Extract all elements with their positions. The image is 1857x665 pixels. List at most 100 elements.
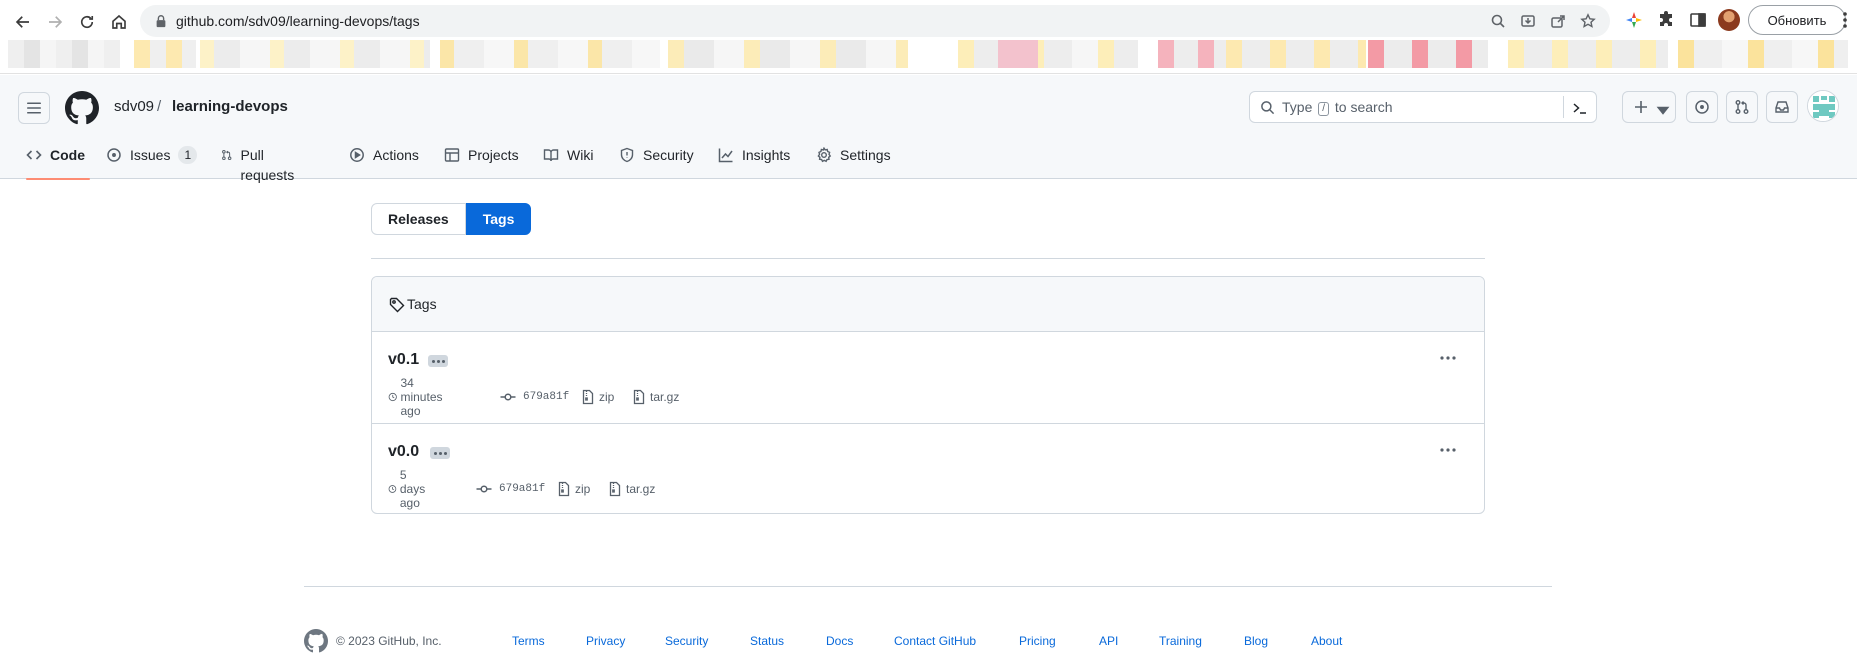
user-avatar[interactable] — [1807, 90, 1839, 122]
tab-label: Wiki — [567, 147, 594, 163]
blurred-bookmark[interactable] — [998, 40, 1038, 68]
issue-opened-icon — [106, 147, 122, 163]
kebab-horizontal-icon[interactable] — [1438, 442, 1458, 458]
expand-message-button[interactable] — [428, 355, 448, 367]
blurred-bookmark[interactable] — [1678, 40, 1848, 68]
kebab-horizontal-icon[interactable] — [1438, 350, 1458, 366]
tab-actions[interactable]: Actions — [349, 145, 419, 179]
gear-icon — [816, 147, 832, 163]
footer-link-blog[interactable]: Blog — [1244, 634, 1268, 648]
tag-name-link[interactable]: v0.1 — [388, 351, 419, 369]
book-icon — [543, 147, 559, 163]
install-app-icon[interactable] — [1520, 13, 1536, 29]
blurred-bookmark[interactable] — [1368, 40, 1488, 68]
clock-icon — [388, 389, 397, 405]
tags-box-title: Tags — [407, 296, 437, 312]
commit-sha: 679a81f — [499, 483, 546, 495]
zoom-icon[interactable] — [1490, 13, 1506, 29]
tags-tab[interactable]: Tags — [465, 203, 532, 235]
share-icon[interactable] — [1550, 13, 1566, 29]
issues-button[interactable] — [1686, 91, 1718, 123]
targz-download-link[interactable]: tar.gz — [631, 388, 679, 406]
targz-download-link[interactable]: tar.gz — [607, 480, 655, 498]
git-commit-icon — [500, 389, 516, 405]
tab-label: Issues — [130, 147, 171, 163]
shield-icon — [619, 147, 635, 163]
git-pull-request-icon — [1734, 99, 1750, 115]
commit-link[interactable]: 679a81f — [500, 388, 569, 406]
browser-menu-icon[interactable] — [1836, 10, 1854, 30]
github-mark-icon[interactable] — [304, 629, 328, 653]
blurred-bookmark[interactable] — [958, 40, 1138, 68]
footer-link-status[interactable]: Status — [750, 634, 784, 648]
back-button[interactable] — [10, 9, 36, 35]
blurred-bookmark[interactable] — [1226, 40, 1366, 68]
tag-time: 5 days ago — [388, 468, 432, 510]
tab-label: Code — [50, 147, 85, 163]
breadcrumb-owner[interactable]: sdv09 — [114, 98, 154, 115]
tab-insights[interactable]: Insights — [718, 145, 790, 179]
blurred-bookmark[interactable] — [134, 40, 196, 68]
tab-projects[interactable]: Projects — [444, 145, 519, 179]
star-bookmark-icon[interactable] — [1580, 13, 1596, 29]
triangle-down-icon — [1655, 102, 1670, 115]
footer-link-security[interactable]: Security — [665, 634, 708, 648]
home-button[interactable] — [106, 9, 132, 35]
tab-issues[interactable]: Issues 1 — [106, 145, 198, 179]
create-new-button[interactable] — [1622, 91, 1676, 123]
tag-name-link[interactable]: v0.0 — [388, 443, 419, 461]
reload-button[interactable] — [74, 9, 100, 35]
tab-code[interactable]: Code — [26, 145, 90, 180]
releases-tab[interactable]: Releases — [371, 203, 466, 235]
commit-link[interactable]: 679a81f — [476, 480, 545, 498]
footer-link-privacy[interactable]: Privacy — [586, 634, 625, 648]
command-palette-icon[interactable] — [1572, 100, 1588, 116]
breadcrumb-repo[interactable]: learning-devops — [172, 98, 288, 115]
footer-link-api[interactable]: API — [1099, 634, 1118, 648]
tag-time: 34 minutes ago — [388, 376, 449, 418]
zip-download-link[interactable]: zip — [556, 480, 590, 498]
tab-security[interactable]: Security — [619, 145, 694, 179]
github-mark-icon[interactable] — [65, 91, 99, 125]
inbox-button[interactable] — [1766, 91, 1798, 123]
global-nav-button[interactable] — [18, 92, 50, 124]
side-panel-icon[interactable] — [1689, 11, 1707, 29]
file-zip-icon — [580, 389, 596, 405]
footer-link-about[interactable]: About — [1311, 634, 1342, 648]
tab-pull-requests[interactable]: Pull requests — [221, 145, 299, 183]
expand-message-button[interactable] — [430, 447, 450, 459]
extension-color-icon[interactable] — [1625, 11, 1643, 29]
issue-opened-icon — [1694, 99, 1710, 115]
tab-label: Settings — [840, 147, 891, 163]
code-icon — [26, 147, 42, 163]
footer-link-docs[interactable]: Docs — [826, 634, 853, 648]
blurred-bookmark[interactable] — [8, 40, 120, 68]
footer-link-training[interactable]: Training — [1159, 634, 1202, 648]
blurred-bookmark[interactable] — [200, 40, 430, 68]
blurred-bookmark[interactable] — [668, 40, 908, 68]
search-input[interactable]: Type / to search — [1249, 91, 1597, 123]
footer-link-contact[interactable]: Contact GitHub — [894, 634, 976, 648]
table-icon — [444, 147, 460, 163]
plus-icon — [1633, 99, 1649, 115]
address-bar[interactable]: github.com/sdv09/learning-devops/tags — [140, 5, 1610, 37]
pull-requests-button[interactable] — [1726, 91, 1758, 123]
search-placeholder: Type / to search — [1282, 99, 1393, 116]
blurred-bookmark[interactable] — [440, 40, 660, 68]
tab-settings[interactable]: Settings — [816, 145, 891, 179]
search-icon — [1260, 100, 1275, 115]
zip-download-link[interactable]: zip — [580, 388, 614, 406]
update-button[interactable]: Обновить — [1748, 5, 1846, 35]
list-item: v0.0 5 days ago 679a81f zip tar.gz — [372, 423, 1484, 513]
tab-wiki[interactable]: Wiki — [543, 145, 593, 179]
breadcrumb-separator: / — [157, 98, 162, 115]
browser-profile-avatar[interactable] — [1718, 9, 1740, 31]
forward-button[interactable] — [42, 9, 68, 35]
footer-link-pricing[interactable]: Pricing — [1019, 634, 1056, 648]
blurred-bookmark[interactable] — [1508, 40, 1668, 68]
footer-divider — [304, 586, 1552, 587]
arrow-left-icon — [14, 13, 32, 31]
footer-link-terms[interactable]: Terms — [512, 634, 545, 648]
list-item: v0.1 34 minutes ago 679a81f zip tar.gz — [372, 332, 1484, 423]
puzzle-icon[interactable] — [1657, 11, 1675, 29]
